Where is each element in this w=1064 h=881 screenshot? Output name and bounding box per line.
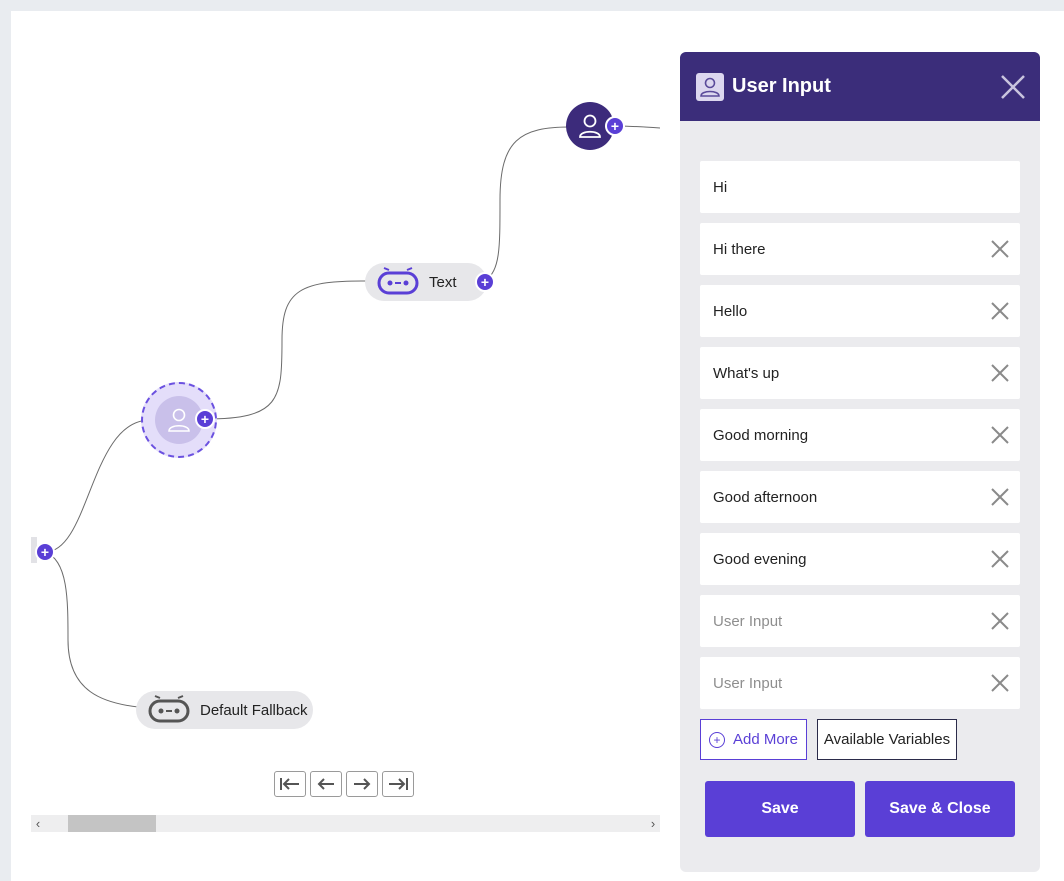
user-input-row [700,285,1020,337]
bot-text-node[interactable]: Text [365,263,487,301]
user-input-field[interactable] [711,611,975,631]
canvas-nav-controls [274,771,414,797]
plus-circle-icon: + [708,731,725,748]
remove-input-icon[interactable] [990,673,1010,693]
user-icon-badge [696,72,724,101]
bot-icon [377,267,419,295]
user-input-row [700,657,1020,709]
user-input-field[interactable] [711,301,975,321]
remove-input-icon[interactable] [990,239,1010,259]
user-input-row [700,533,1020,585]
panel-title: User Input [732,75,831,97]
user-input-field[interactable] [711,363,975,383]
add-node-button[interactable]: + [195,409,215,429]
user-icon [579,114,601,138]
node-label: Default Fallback [200,701,308,719]
panel-header: User Input [680,52,1040,121]
scroll-left-arrow[interactable]: ‹ [31,815,45,832]
remove-input-icon[interactable] [990,363,1010,383]
user-icon [168,408,190,432]
remove-input-icon[interactable] [990,487,1010,507]
available-variables-button[interactable]: Available Variables [817,719,957,760]
add-more-button[interactable]: + Add More [700,719,807,760]
panel-primary-actions: Save Save & Close [705,781,1015,837]
user-input-row [700,409,1020,461]
arrow-to-start-icon [280,778,299,790]
user-input-row [700,223,1020,275]
user-input-field[interactable] [711,177,975,197]
available-variables-label: Available Variables [823,731,951,748]
user-input-row [700,347,1020,399]
node-label: Text [429,273,457,291]
user-input-row [700,595,1020,647]
user-input-field[interactable] [711,487,975,507]
user-input-panel: User Input Hi Hi there Hello What's up G… [680,52,1040,872]
user-input-field[interactable] [711,239,975,259]
remove-input-icon[interactable] [990,549,1010,569]
horizontal-scrollbar[interactable]: ‹ › [31,815,660,832]
go-first-button[interactable] [274,771,306,797]
user-input-field[interactable] [711,549,975,569]
go-next-button[interactable] [346,771,378,797]
default-fallback-node[interactable]: Default Fallback [136,691,313,729]
go-last-button[interactable] [382,771,414,797]
arrow-left-icon [317,778,334,790]
remove-input-icon[interactable] [990,611,1010,631]
user-icon [700,77,720,97]
user-input-row [700,471,1020,523]
remove-input-icon[interactable] [990,425,1010,445]
remove-input-icon[interactable] [990,301,1010,321]
save-and-close-button[interactable]: Save & Close [865,781,1015,837]
arrow-right-icon [354,778,371,790]
user-input-field[interactable] [711,425,975,445]
add-node-button[interactable]: + [605,116,625,136]
add-more-label: Add More [732,731,799,748]
panel-secondary-actions: + Add More Available Variables [700,719,957,760]
user-input-list [700,161,1020,719]
add-node-button[interactable]: + [475,272,495,292]
scroll-right-arrow[interactable]: › [646,815,660,832]
add-node-button[interactable]: + [35,542,55,562]
close-icon[interactable] [1000,74,1026,100]
save-button[interactable]: Save [705,781,855,837]
user-input-field[interactable] [711,673,975,693]
go-previous-button[interactable] [310,771,342,797]
arrow-to-end-icon [389,778,408,790]
bot-icon [148,695,190,723]
scrollbar-thumb[interactable] [68,815,156,832]
user-input-row [700,161,1020,213]
